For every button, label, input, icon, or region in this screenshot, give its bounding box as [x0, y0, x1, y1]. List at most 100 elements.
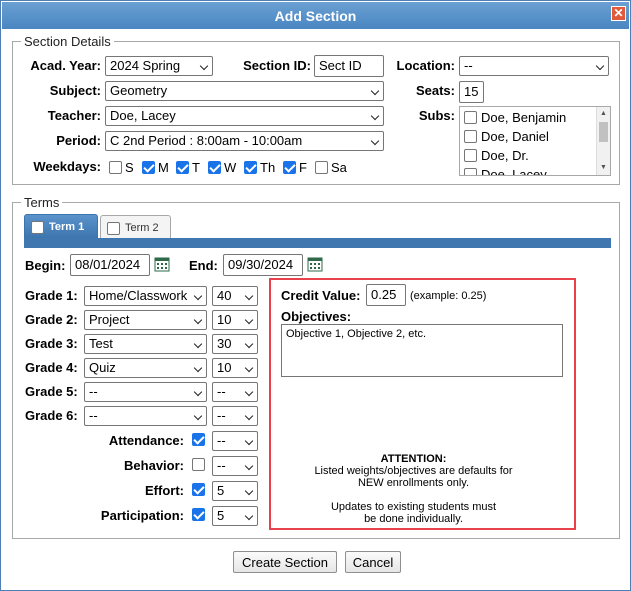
grade-5-weight-select[interactable]: -- [212, 382, 258, 402]
objectives-label: Objectives: [281, 309, 352, 324]
credit-example-text: (example: 0.25) [410, 290, 487, 302]
term-1-checkbox[interactable] [31, 220, 44, 234]
seats-label: Seats: [415, 83, 455, 98]
grade-5-label: Grade 5: [25, 384, 78, 399]
seats-input[interactable]: 15 [459, 81, 484, 103]
grade-4-category-select[interactable]: Quiz [84, 358, 207, 378]
weekday-label: W [224, 160, 237, 175]
sub-item[interactable]: Doe, Benjamin [481, 110, 566, 125]
weekday-checkbox-s[interactable] [109, 161, 122, 174]
weekday-checkbox-sa[interactable] [315, 161, 328, 174]
weekday-label: F [299, 160, 307, 175]
grade-4-weight-select[interactable]: 10 [212, 358, 258, 378]
weekday-checkbox-w[interactable] [208, 161, 221, 174]
grade-2-category-select[interactable]: Project [84, 310, 207, 330]
section-id-input[interactable]: Sect ID [314, 55, 384, 77]
behavior-checkbox[interactable] [192, 458, 205, 471]
grade-6-category-select[interactable]: -- [84, 406, 207, 426]
sub-item[interactable]: Doe, Daniel [481, 129, 549, 144]
tab-label: Term 2 [125, 222, 159, 234]
attendance-label: Attendance: [108, 433, 184, 448]
subject-label: Subject: [49, 83, 101, 98]
cancel-button[interactable]: Cancel [345, 551, 401, 573]
sub-item[interactable]: Doe, Dr. [481, 148, 529, 163]
objectives-textarea[interactable]: Objective 1, Objective 2, etc. [281, 324, 563, 377]
tab-term-2[interactable]: Term 2 [100, 215, 171, 240]
weekday-label: T [192, 160, 200, 175]
attention-line-4: be done individually. [364, 513, 463, 525]
attention-line-3: Updates to existing students must [330, 501, 497, 513]
sub-item[interactable]: Doe, Lacey [481, 167, 547, 175]
subs-listbox[interactable]: Doe, Benjamin Doe, Daniel Doe, Dr. Doe, … [459, 106, 611, 176]
grade-2-weight-select[interactable]: 10 [212, 310, 258, 330]
tab-term-1[interactable]: Term 1 [24, 214, 98, 239]
attention-line-2: NEW enrollments only. [357, 477, 470, 489]
sub-checkbox[interactable] [464, 111, 477, 124]
dialog-title: Add Section [274, 7, 357, 24]
grade-4-label: Grade 4: [25, 360, 78, 375]
scroll-down-icon[interactable]: ▼ [600, 164, 607, 171]
end-date-input[interactable]: 09/30/2024 [223, 254, 303, 276]
location-select[interactable]: -- [459, 56, 609, 76]
period-label: Period: [56, 133, 101, 148]
acad-year-select[interactable]: 2024 Spring [105, 56, 213, 76]
credit-value-input[interactable]: 0.25 [366, 284, 406, 306]
end-label: End: [189, 258, 218, 273]
grade-3-category-select[interactable]: Test [84, 334, 207, 354]
subs-label: Subs: [418, 108, 455, 123]
grade-6-weight-select[interactable]: -- [212, 406, 258, 426]
close-icon[interactable]: ✕ [611, 6, 626, 21]
weekdays-label: Weekdays: [33, 159, 101, 174]
sub-checkbox[interactable] [464, 168, 477, 175]
participation-label: Participation: [100, 508, 184, 523]
location-label: Location: [396, 58, 456, 73]
grade-1-category-select[interactable]: Home/Classwork [84, 286, 207, 306]
period-select[interactable]: C 2nd Period : 8:00am - 10:00am [105, 131, 384, 151]
participation-weight-select[interactable]: 5 [212, 506, 258, 526]
weekday-checkbox-f[interactable] [283, 161, 296, 174]
effort-label: Effort: [145, 483, 184, 498]
tab-bar [24, 238, 611, 248]
behavior-label: Behavior: [124, 458, 184, 473]
grade-3-weight-select[interactable]: 30 [212, 334, 258, 354]
grade-3-label: Grade 3: [25, 336, 78, 351]
attendance-weight-select[interactable]: -- [212, 431, 258, 451]
tab-label: Term 1 [49, 221, 85, 233]
sub-checkbox[interactable] [464, 149, 477, 162]
attention-title: ATTENTION: [380, 453, 447, 465]
weekday-checkbox-t[interactable] [176, 161, 189, 174]
section-id-label: Section ID: [243, 58, 311, 73]
weekday-label: M [158, 160, 169, 175]
add-section-dialog: Add Section ✕ Section Details Acad. Year… [0, 0, 631, 591]
weekday-label: Th [260, 160, 276, 175]
grade-1-label: Grade 1: [25, 288, 78, 303]
sub-checkbox[interactable] [464, 130, 477, 143]
subject-select[interactable]: Geometry [105, 81, 384, 101]
attention-line-1: Listed weights/objectives are defaults f… [314, 465, 513, 477]
scroll-up-icon[interactable]: ▲ [600, 110, 607, 117]
teacher-label: Teacher: [47, 108, 101, 123]
grade-5-category-select[interactable]: -- [84, 382, 207, 402]
section-details-legend: Section Details [21, 34, 114, 49]
begin-date-input[interactable]: 08/01/2024 [70, 254, 150, 276]
weekday-checkbox-m[interactable] [142, 161, 155, 174]
weekday-checkbox-th[interactable] [244, 161, 257, 174]
term-2-checkbox[interactable] [107, 221, 120, 235]
begin-calendar-icon[interactable] [154, 256, 170, 272]
grade-6-label: Grade 6: [25, 408, 78, 423]
end-calendar-icon[interactable] [307, 256, 323, 272]
behavior-weight-select[interactable]: -- [212, 456, 258, 476]
grade-1-weight-select[interactable]: 40 [212, 286, 258, 306]
weekday-label: Sa [331, 160, 347, 175]
subs-scrollbar[interactable]: ▲ ▼ [596, 107, 610, 175]
dialog-titlebar[interactable]: Add Section [2, 2, 629, 29]
scroll-thumb[interactable] [599, 122, 608, 142]
attendance-checkbox[interactable] [192, 433, 205, 446]
weekday-label: S [125, 160, 134, 175]
teacher-select[interactable]: Doe, Lacey [105, 106, 384, 126]
effort-weight-select[interactable]: 5 [212, 481, 258, 501]
effort-checkbox[interactable] [192, 483, 205, 496]
create-section-button[interactable]: Create Section [233, 551, 337, 573]
grade-2-label: Grade 2: [25, 312, 78, 327]
participation-checkbox[interactable] [192, 508, 205, 521]
